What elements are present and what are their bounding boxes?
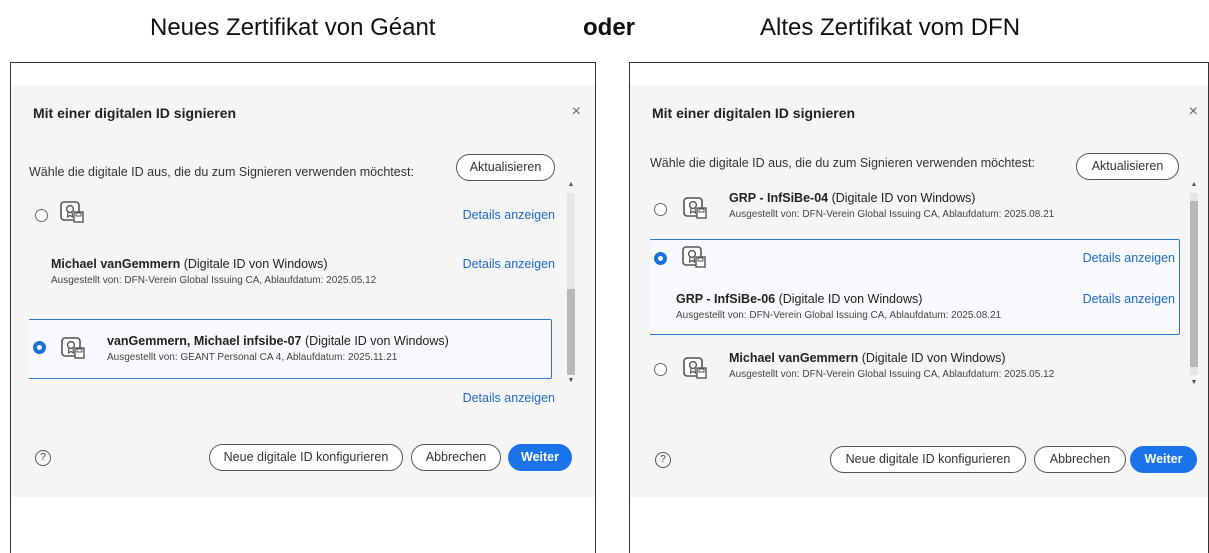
scroll-down-icon[interactable]: ▼ [567,377,575,385]
id-list-item-selected[interactable]: vanGemmern, Michael infsibe-07 (Digitale… [29,319,552,379]
details-link[interactable]: Details anzeigen [463,391,555,405]
dialog-prompt: Wähle die digitale ID aus, die du zum Si… [650,156,1035,170]
sign-dialog-right: Mit einer digitalen ID signieren × Wähle… [630,85,1208,497]
id-issuer: Ausgestellt von: GEANT Personal CA 4, Ab… [107,352,398,363]
refresh-button[interactable]: Aktualisieren [456,154,555,181]
id-name: GRP - InfSiBe-04 [729,191,829,205]
right-dialog-frame: Mit einer digitalen ID signieren × Wähle… [629,62,1209,553]
id-type: (Digitale ID von Windows) [305,334,449,348]
id-name: Michael vanGemmern [51,257,181,271]
id-name: Michael vanGemmern [729,351,859,365]
scrollbar[interactable]: ▲ ▼ [1190,181,1198,387]
next-button[interactable]: Weiter [1130,446,1197,473]
id-list-item[interactable]: Michael vanGemmern (Digitale ID von Wind… [650,347,1186,391]
digital-id-icon [682,195,708,221]
id-issuer: Ausgestellt von: DFN-Verein Global Issui… [729,209,1055,220]
help-icon[interactable]: ? [35,450,51,466]
heading-new-certificate: Neues Zertifikat von Géant [150,14,436,41]
id-issuer: Ausgestellt von: DFN-Verein Global Issui… [676,310,1002,321]
configure-id-button[interactable]: Neue digitale ID konfigurieren [209,444,403,471]
details-link[interactable]: Details anzeigen [1083,292,1175,306]
digital-id-icon [682,355,708,381]
id-type: (Digitale ID von Windows) [831,191,976,205]
id-issuer: Ausgestellt von: DFN-Verein Global Issui… [51,275,377,286]
scrollbar[interactable]: ▲ ▼ [567,181,575,385]
radio-button-selected[interactable] [654,252,667,265]
close-icon[interactable]: × [1189,103,1198,121]
configure-id-button[interactable]: Neue digitale ID konfigurieren [830,446,1026,473]
heading-old-certificate: Altes Zertifikat vom DFN [760,14,1021,41]
id-name-line: Michael vanGemmern (Digitale ID von Wind… [51,257,328,271]
details-link[interactable]: Details anzeigen [1083,251,1175,265]
dialog-title: Mit einer digitalen ID signieren [652,105,856,121]
scrollbar-thumb[interactable] [1190,201,1198,367]
dialog-title: Mit einer digitalen ID signieren [33,105,237,121]
refresh-button[interactable]: Aktualisieren [1076,153,1179,180]
dialog-prompt: Wähle die digitale ID aus, die du zum Si… [29,165,414,179]
close-icon[interactable]: × [572,103,581,121]
details-link[interactable]: Details anzeigen [463,208,555,222]
radio-button-selected[interactable] [33,341,46,354]
id-name: GRP - InfSiBe-06 [676,292,776,306]
cancel-button[interactable]: Abbrechen [411,444,501,471]
id-list-item[interactable]: GRP - InfSiBe-04 (Digitale ID von Window… [650,189,1186,229]
id-list-item-selected[interactable]: Details anzeigen GRP - InfSiBe-06 (Digit… [650,239,1180,335]
next-button[interactable]: Weiter [508,444,572,471]
id-type: (Digitale ID von Windows) [778,292,923,306]
details-link[interactable]: Details anzeigen [463,257,555,271]
id-type: (Digitale ID von Windows) [861,351,1006,365]
digital-id-icon [681,244,707,270]
id-name: vanGemmern, Michael infsibe-07 [107,334,302,348]
left-dialog-frame: Mit einer digitalen ID signieren × Wähle… [10,62,596,553]
cancel-button[interactable]: Abbrechen [1034,446,1126,473]
id-list: Details anzeigen Michael vanGemmern (Dig… [29,191,567,407]
help-icon[interactable]: ? [655,452,671,468]
digital-id-icon [59,199,85,225]
id-issuer: Ausgestellt von: DFN-Verein Global Issui… [729,369,1055,380]
sign-dialog-left: Mit einer digitalen ID signieren × Wähle… [11,85,595,497]
scroll-up-icon[interactable]: ▲ [1190,181,1198,189]
id-name-line: GRP - InfSiBe-04 (Digitale ID von Window… [729,191,975,205]
id-list-item-partial[interactable]: Details anzeigen [29,191,555,251]
digital-id-icon [60,335,86,361]
id-name-line: vanGemmern, Michael infsibe-07 (Digitale… [107,334,449,348]
radio-button[interactable] [654,363,667,376]
id-list: GRP - InfSiBe-04 (Digitale ID von Window… [650,189,1198,395]
radio-button[interactable] [35,209,48,222]
radio-button[interactable] [654,203,667,216]
heading-or: oder [583,14,636,41]
id-list-item[interactable]: Michael vanGemmern (Digitale ID von Wind… [29,253,555,303]
id-type: (Digitale ID von Windows) [183,257,328,271]
id-name-line: Michael vanGemmern (Digitale ID von Wind… [729,351,1006,365]
scroll-up-icon[interactable]: ▲ [567,181,575,189]
id-name-line: GRP - InfSiBe-06 (Digitale ID von Window… [676,292,922,306]
scroll-down-icon[interactable]: ▼ [1190,379,1198,387]
scrollbar-thumb[interactable] [567,289,575,375]
